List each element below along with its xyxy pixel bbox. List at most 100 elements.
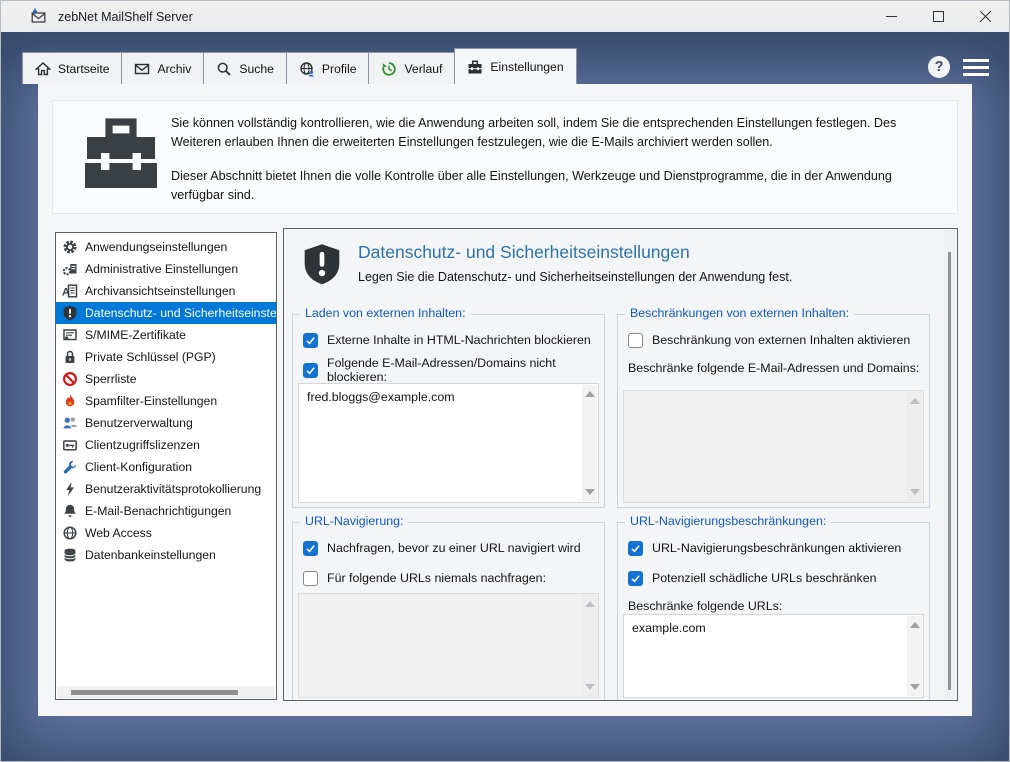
sidebar-horizontal-scrollbar[interactable] (57, 686, 275, 699)
checkbox-enable-content-restriction[interactable] (628, 332, 643, 348)
admin-gears-icon (62, 264, 77, 276)
tab-startseite[interactable]: Startseite (22, 52, 123, 84)
textarea-scrollbar[interactable] (582, 385, 597, 501)
check-icon (306, 366, 315, 374)
tab-einstellungen[interactable]: Einstellungen (454, 48, 577, 84)
sidebar-item-client-konfiguration[interactable]: Client-Konfiguration (56, 456, 276, 478)
check-icon (631, 574, 640, 582)
sidebar-item-web-access[interactable]: Web Access (56, 522, 276, 544)
checkbox-whitelist-addresses[interactable] (303, 362, 318, 378)
scroll-up-icon[interactable] (910, 622, 920, 628)
textarea-value: fred.bloggs@example.com (307, 390, 455, 404)
sidebar-item-datenschutz-sicherheit[interactable]: Datenschutz- und Sicherheitseinstellunge… (56, 302, 276, 324)
never-ask-urls-textarea[interactable] (298, 593, 599, 698)
restrict-addresses-textarea[interactable] (623, 390, 924, 503)
globe-icon (63, 526, 77, 540)
maximize-button[interactable] (915, 1, 962, 32)
group-legend: URL-Navigierung: (300, 514, 409, 528)
intro-paragraph-1: Sie können vollständig kontrollieren, wi… (171, 116, 897, 149)
restrict-urls-label: Beschränke folgende URLs: (628, 599, 783, 613)
checkbox-restrict-harmful-urls[interactable] (628, 570, 643, 586)
scroll-down-icon[interactable] (910, 489, 920, 495)
textarea-scrollbar[interactable] (582, 595, 597, 696)
textarea-scrollbar[interactable] (907, 392, 922, 501)
checkbox-never-ask-urls[interactable] (303, 570, 318, 586)
tab-strip: Startseite Archiv Suche Profile Verlauf … (22, 48, 577, 84)
restrict-urls-textarea[interactable]: example.com (623, 614, 924, 698)
checkbox-label: Folgende E-Mail-Adressen/Domains nicht b… (327, 356, 556, 384)
scroll-down-icon[interactable] (585, 684, 595, 690)
tab-label: Verlauf (404, 61, 443, 76)
envelope-icon (135, 63, 150, 74)
checkbox-block-external-content[interactable] (303, 332, 318, 348)
sidebar-item-archivansichtseinstellungen[interactable]: A Archivansichtseinstellungen (56, 280, 276, 302)
checkbox-label: Nachfragen, bevor zu einer URL navigiert… (327, 541, 581, 555)
checkbox-label: Für folgende URLs niemals nachfragen: (327, 571, 547, 585)
group-legend: Laden von externen Inhalten: (300, 306, 471, 320)
tab-label: Startseite (58, 61, 110, 76)
scroll-up-icon[interactable] (585, 601, 595, 607)
scrollbar-thumb[interactable] (71, 690, 238, 695)
database-icon (64, 548, 76, 562)
window-title: zebNet MailShelf Server (58, 9, 193, 24)
sidebar-item-sperrliste[interactable]: Sperrliste (56, 368, 276, 390)
history-icon (382, 61, 397, 76)
group-legend: Beschränkungen von externen Inhalten: (625, 306, 855, 320)
check-icon (306, 336, 315, 344)
sidebar-item-benutzerverwaltung[interactable]: Benutzerverwaltung (56, 412, 276, 434)
group-beschraenkungen-externe-inhalte: Beschränkungen von externen Inhalten: Be… (617, 306, 930, 508)
sidebar-item-administrative-einstellungen[interactable]: Administrative Einstellungen (56, 258, 276, 280)
users-icon (63, 417, 77, 429)
lock-icon (65, 350, 75, 363)
close-icon (979, 10, 992, 23)
intro-section: Sie können vollständig kontrollieren, wi… (52, 100, 958, 214)
panel-title: Datenschutz- und Sicherheitseinstellunge… (358, 242, 690, 262)
checkbox-label: Potenziell schädliche URLs beschränken (652, 571, 877, 585)
checkbox-label: URL-Navigierungsbeschränkungen aktiviere… (652, 541, 902, 555)
sidebar-item-private-schluessel[interactable]: Private Schlüssel (PGP) (56, 346, 276, 368)
tab-archiv[interactable]: Archiv (121, 52, 205, 84)
panel-subtitle: Legen Sie die Datenschutz- und Sicherhei… (358, 270, 793, 284)
toolbox-large-icon (85, 118, 157, 188)
checkbox-label: Externe Inhalte in HTML-Nachrichten bloc… (327, 333, 591, 347)
settings-nav: Anwendungseinstellungen Administrative E… (55, 232, 277, 700)
checkbox-ask-before-navigate[interactable] (303, 540, 318, 556)
settings-panel: Datenschutz- und Sicherheitseinstellunge… (283, 228, 958, 701)
search-icon (218, 62, 231, 76)
tab-label: Einstellungen (490, 59, 564, 74)
minimize-button[interactable] (868, 1, 915, 32)
group-laden-externe-inhalte: Laden von externen Inhalten: Externe Inh… (292, 306, 605, 508)
sidebar-item-spamfilter[interactable]: Spamfilter-Einstellungen (56, 390, 276, 412)
sidebar-item-smime-zertifikate[interactable]: S/MIME-Zertifikate (56, 324, 276, 346)
tab-verlauf[interactable]: Verlauf (368, 52, 456, 84)
restrict-addresses-label: Beschränke folgende E-Mail-Adressen und … (628, 361, 920, 375)
check-icon (306, 544, 315, 552)
check-icon (631, 544, 640, 552)
tab-label: Profile (321, 61, 357, 76)
whitelist-addresses-textarea[interactable]: fred.bloggs@example.com (298, 383, 599, 503)
close-button[interactable] (962, 1, 1009, 32)
textarea-scrollbar[interactable] (907, 616, 922, 696)
help-button[interactable]: ? (928, 56, 950, 78)
sidebar-item-clientzugriffslizenzen[interactable]: Clientzugriffslizenzen (56, 434, 276, 456)
sidebar-item-benutzeraktivitaetsprotokollierung[interactable]: Benutzeraktivitätsprotokollierung (56, 478, 276, 500)
scroll-down-icon[interactable] (910, 684, 920, 690)
sidebar-item-email-benachrichtigungen[interactable]: E-Mail-Benachrichtigungen (56, 500, 276, 522)
menu-button[interactable] (963, 59, 989, 76)
tab-profile[interactable]: Profile (285, 52, 370, 84)
group-legend: URL-Navigierungsbeschränkungen: (625, 514, 832, 528)
checkbox-enable-url-restrictions[interactable] (628, 540, 643, 556)
home-icon (35, 61, 51, 75)
sidebar-item-anwendungseinstellungen[interactable]: Anwendungseinstellungen (56, 236, 276, 258)
sidebar-item-datenbankeinstellungen[interactable]: Datenbankeinstellungen (56, 544, 276, 566)
tab-label: Archiv (157, 61, 192, 76)
scrollbar-thumb[interactable] (948, 252, 951, 690)
scroll-down-icon[interactable] (585, 489, 595, 495)
tab-suche[interactable]: Suche (203, 52, 287, 84)
scroll-up-icon[interactable] (585, 391, 595, 397)
toolbox-icon (468, 60, 482, 73)
scroll-up-icon[interactable] (910, 398, 920, 404)
minimize-icon (886, 16, 897, 17)
panel-vertical-scrollbar[interactable] (944, 230, 956, 699)
app-logo-icon (31, 8, 46, 23)
